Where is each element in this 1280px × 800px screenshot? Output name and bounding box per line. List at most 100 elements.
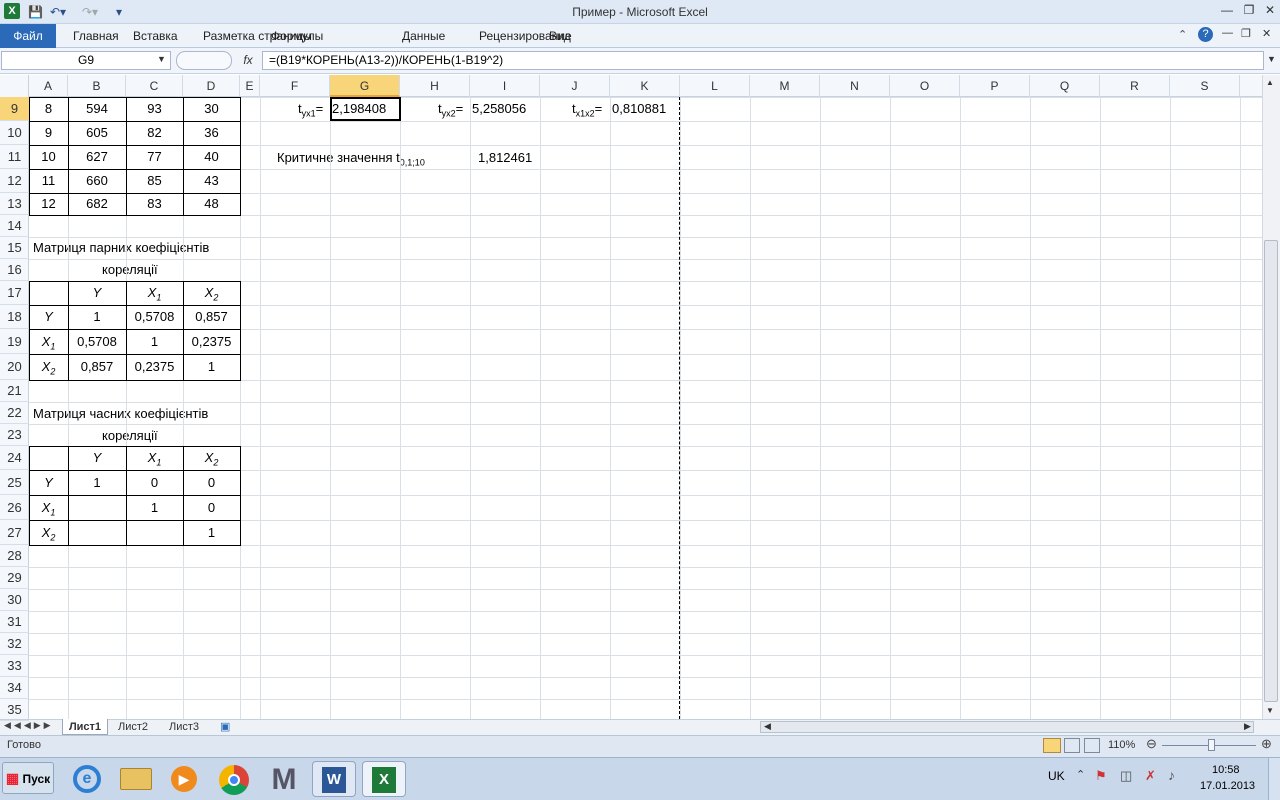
t-yx2-value[interactable]: 5,258056 bbox=[472, 101, 526, 116]
column-header-C[interactable]: C bbox=[126, 75, 183, 97]
data-cell[interactable]: 9 bbox=[29, 121, 68, 145]
column-header-B[interactable]: B bbox=[68, 75, 126, 97]
tray-device-icon[interactable]: ◫ bbox=[1120, 768, 1132, 784]
data-cell[interactable]: 93 bbox=[126, 97, 183, 121]
matrix2-cell[interactable]: 1 bbox=[126, 495, 183, 520]
tray-flag-icon[interactable]: ⚑ bbox=[1095, 768, 1107, 784]
formula-input[interactable]: =(B19*КОРЕНЬ(A13-2))/КОРЕНЬ(1-B19^2) bbox=[262, 51, 1264, 70]
select-all-corner[interactable] bbox=[0, 75, 29, 97]
row-header-34[interactable]: 34 bbox=[0, 677, 29, 699]
matrix1-cell[interactable]: 0,857 bbox=[183, 305, 240, 329]
restore-icon[interactable]: ❐ bbox=[1238, 1, 1260, 19]
matrix1-cell[interactable]: 0,857 bbox=[68, 354, 126, 380]
clock-date[interactable]: 17.01.2013 bbox=[1200, 780, 1255, 792]
tray-network-icon[interactable]: ✗ bbox=[1145, 768, 1156, 784]
sheet-tab-1[interactable]: Лист1 bbox=[62, 719, 108, 735]
matrix1-row-label[interactable]: X2 bbox=[29, 354, 68, 380]
start-button[interactable]: ▦ Пуск bbox=[2, 762, 54, 794]
matrix1-cell[interactable]: 0,2375 bbox=[126, 354, 183, 380]
column-header-A[interactable]: A bbox=[29, 75, 68, 97]
workbook-restore-icon[interactable]: ❐ bbox=[1241, 27, 1251, 40]
row-header-35[interactable]: 35 bbox=[0, 699, 29, 721]
row-header-10[interactable]: 10 bbox=[0, 121, 29, 145]
page-layout-view-icon[interactable] bbox=[1064, 738, 1080, 753]
column-header-Q[interactable]: Q bbox=[1030, 75, 1100, 97]
column-header-R[interactable]: R bbox=[1100, 75, 1170, 97]
tab-file[interactable]: Файл bbox=[0, 24, 56, 48]
page-break-view-icon[interactable] bbox=[1084, 738, 1100, 753]
vertical-scroll-thumb[interactable] bbox=[1264, 240, 1278, 702]
row-header-27[interactable]: 27 bbox=[0, 520, 29, 545]
taskbar-mathcad-icon[interactable]: M bbox=[262, 761, 306, 797]
sheet-tab-2[interactable]: Лист2 bbox=[118, 719, 148, 735]
row-header-14[interactable]: 14 bbox=[0, 215, 29, 237]
data-cell[interactable]: 48 bbox=[183, 193, 240, 215]
data-cell[interactable]: 36 bbox=[183, 121, 240, 145]
data-cell[interactable]: 10 bbox=[29, 145, 68, 169]
matrix1-header-x2[interactable]: X2 bbox=[183, 281, 240, 305]
minimize-icon[interactable]: — bbox=[1216, 1, 1238, 19]
matrix2-row-label[interactable]: X1 bbox=[29, 495, 68, 520]
data-cell[interactable]: 8 bbox=[29, 97, 68, 121]
row-header-31[interactable]: 31 bbox=[0, 611, 29, 633]
help-icon[interactable]: ? bbox=[1198, 27, 1213, 42]
matrix2-cell[interactable]: 0 bbox=[126, 470, 183, 495]
row-header-24[interactable]: 24 bbox=[0, 446, 29, 470]
matrix1-cell[interactable]: 1 bbox=[183, 354, 240, 380]
insert-sheet-icon[interactable]: ▣ bbox=[220, 719, 230, 735]
tab-formulas[interactable]: Формулы bbox=[271, 24, 323, 48]
row-header-25[interactable]: 25 bbox=[0, 470, 29, 495]
row-header-11[interactable]: 11 bbox=[0, 145, 29, 169]
matrix1-cell[interactable]: 1 bbox=[68, 305, 126, 329]
taskbar-excel-icon[interactable]: X bbox=[362, 761, 406, 797]
clock-time[interactable]: 10:58 bbox=[1212, 764, 1240, 776]
zoom-in-icon[interactable]: ⊕ bbox=[1261, 736, 1272, 752]
taskbar-explorer-icon[interactable] bbox=[114, 761, 158, 797]
matrix2-cell[interactable] bbox=[68, 495, 126, 520]
row-header-28[interactable]: 28 bbox=[0, 545, 29, 567]
row-header-20[interactable]: 20 bbox=[0, 354, 29, 380]
matrix1-header-x1[interactable]: X1 bbox=[126, 281, 183, 305]
column-header-E[interactable]: E bbox=[240, 75, 260, 97]
column-header-D[interactable]: D bbox=[183, 75, 240, 97]
matrix2-cell[interactable]: 1 bbox=[183, 520, 240, 545]
matrix1-cell[interactable]: 1 bbox=[126, 329, 183, 354]
data-cell[interactable]: 682 bbox=[68, 193, 126, 215]
data-cell[interactable]: 30 bbox=[183, 97, 240, 121]
matrix2-cell[interactable] bbox=[68, 520, 126, 545]
data-cell[interactable]: 77 bbox=[126, 145, 183, 169]
matrix2-header-x1[interactable]: X1 bbox=[126, 446, 183, 470]
data-cell[interactable]: 594 bbox=[68, 97, 126, 121]
row-header-29[interactable]: 29 bbox=[0, 567, 29, 589]
name-box[interactable]: G9 bbox=[1, 51, 171, 70]
matrix1-cell[interactable]: 0,2375 bbox=[183, 329, 240, 354]
insert-function-icon[interactable]: fx bbox=[236, 51, 260, 70]
zoom-out-icon[interactable]: ⊖ bbox=[1146, 736, 1157, 752]
tray-expand-icon[interactable]: ⌃ bbox=[1076, 768, 1085, 781]
tab-data[interactable]: Данные bbox=[402, 24, 445, 48]
column-header-L[interactable]: L bbox=[680, 75, 750, 97]
language-indicator[interactable]: UK bbox=[1048, 769, 1065, 783]
row-header-16[interactable]: 16 bbox=[0, 259, 29, 281]
tray-volume-icon[interactable]: ♪ bbox=[1168, 767, 1175, 783]
column-header-O[interactable]: O bbox=[890, 75, 960, 97]
column-header-N[interactable]: N bbox=[820, 75, 890, 97]
workbook-close-icon[interactable]: ✕ bbox=[1262, 27, 1271, 40]
zoom-slider-thumb[interactable] bbox=[1208, 739, 1215, 751]
matrix2-row-label[interactable]: Y bbox=[29, 470, 68, 495]
data-cell[interactable]: 43 bbox=[183, 169, 240, 193]
sheet-tab-3[interactable]: Лист3 bbox=[169, 719, 199, 735]
row-header-21[interactable]: 21 bbox=[0, 380, 29, 402]
critical-value[interactable]: 1,812461 bbox=[478, 150, 532, 165]
column-header-H[interactable]: H bbox=[400, 75, 470, 97]
data-cell[interactable]: 11 bbox=[29, 169, 68, 193]
row-header-15[interactable]: 15 bbox=[0, 237, 29, 259]
zoom-level[interactable]: 110% bbox=[1108, 739, 1135, 751]
matrix1-row-label[interactable]: Y bbox=[29, 305, 68, 329]
row-header-19[interactable]: 19 bbox=[0, 329, 29, 354]
data-cell[interactable]: 40 bbox=[183, 145, 240, 169]
column-header-J[interactable]: J bbox=[540, 75, 610, 97]
row-header-13[interactable]: 13 bbox=[0, 193, 29, 215]
column-header-P[interactable]: P bbox=[960, 75, 1030, 97]
scroll-down-icon[interactable]: ▼ bbox=[1266, 706, 1274, 715]
